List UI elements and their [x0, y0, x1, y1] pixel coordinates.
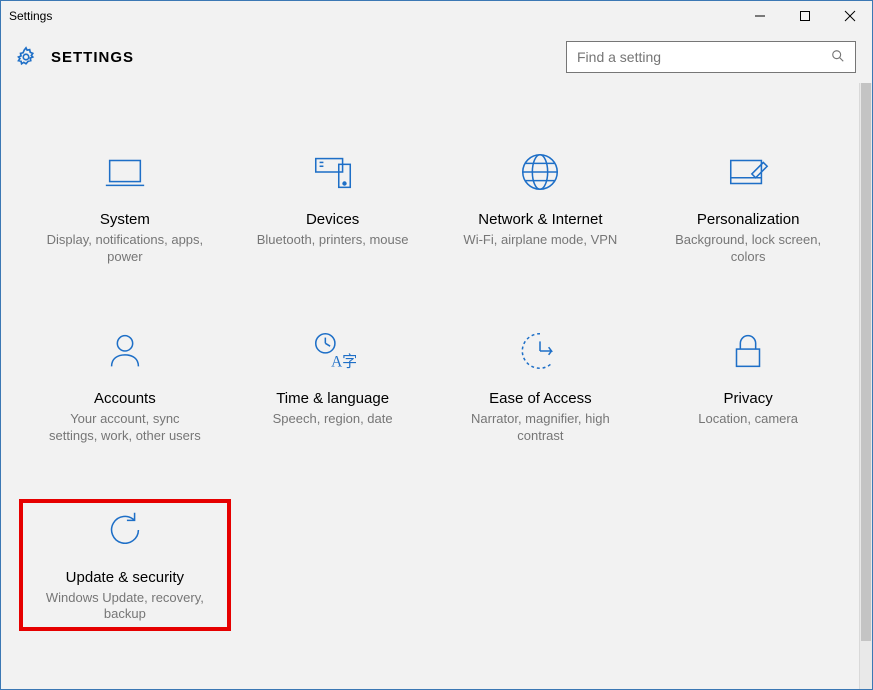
tile-time-language[interactable]: A字 Time & language Speech, region, date [229, 322, 437, 451]
search-input[interactable] [577, 49, 831, 65]
search-icon [831, 49, 847, 65]
personalization-icon [725, 149, 771, 195]
tile-desc: Speech, region, date [273, 411, 393, 428]
tile-title: System [100, 211, 150, 228]
tile-desc: Narrator, magnifier, high contrast [460, 411, 620, 445]
tiles-grid: System Display, notifications, apps, pow… [1, 83, 872, 659]
tile-title: Personalization [697, 211, 800, 228]
page-title: SETTINGS [51, 49, 134, 66]
tile-title: Accounts [94, 390, 156, 407]
time-language-icon: A字 [310, 328, 356, 374]
tile-title: Update & security [66, 569, 184, 586]
network-icon [517, 149, 563, 195]
gear-icon [15, 46, 37, 68]
tile-personalization[interactable]: Personalization Background, lock screen,… [644, 143, 852, 272]
tile-desc: Display, notifications, apps, power [45, 232, 205, 266]
devices-icon [310, 149, 356, 195]
minimize-button[interactable] [737, 1, 782, 31]
privacy-icon [725, 328, 771, 374]
ease-of-access-icon [517, 328, 563, 374]
tile-system[interactable]: System Display, notifications, apps, pow… [21, 143, 229, 272]
tile-ease-of-access[interactable]: Ease of Access Narrator, magnifier, high… [437, 322, 645, 451]
tile-title: Time & language [276, 390, 389, 407]
tile-title: Privacy [724, 390, 773, 407]
window-title: Settings [9, 9, 52, 23]
scrollbar-thumb[interactable] [861, 83, 871, 641]
tile-title: Devices [306, 211, 359, 228]
tile-devices[interactable]: Devices Bluetooth, printers, mouse [229, 143, 437, 272]
tile-desc: Background, lock screen, colors [668, 232, 828, 266]
maximize-button[interactable] [782, 1, 827, 31]
tile-desc: Bluetooth, printers, mouse [257, 232, 409, 249]
window-controls [737, 1, 872, 31]
tile-desc: Your account, sync settings, work, other… [45, 411, 205, 445]
tile-desc: Windows Update, recovery, backup [45, 590, 205, 624]
tile-title: Ease of Access [489, 390, 592, 407]
svg-text:A字: A字 [331, 353, 356, 370]
search-box[interactable] [566, 41, 856, 73]
system-icon [102, 149, 148, 195]
tile-desc: Wi-Fi, airplane mode, VPN [463, 232, 617, 249]
tile-network[interactable]: Network & Internet Wi-Fi, airplane mode,… [437, 143, 645, 272]
content-area: System Display, notifications, apps, pow… [1, 83, 872, 689]
tile-update-security[interactable]: Update & security Windows Update, recove… [21, 501, 229, 630]
tile-privacy[interactable]: Privacy Location, camera [644, 322, 852, 451]
scrollbar[interactable] [859, 83, 872, 689]
titlebar: Settings [1, 1, 872, 31]
tile-title: Network & Internet [478, 211, 602, 228]
update-security-icon [102, 507, 148, 553]
tile-desc: Location, camera [698, 411, 798, 428]
tile-accounts[interactable]: Accounts Your account, sync settings, wo… [21, 322, 229, 451]
close-button[interactable] [827, 1, 872, 31]
accounts-icon [102, 328, 148, 374]
header: SETTINGS [1, 31, 872, 83]
